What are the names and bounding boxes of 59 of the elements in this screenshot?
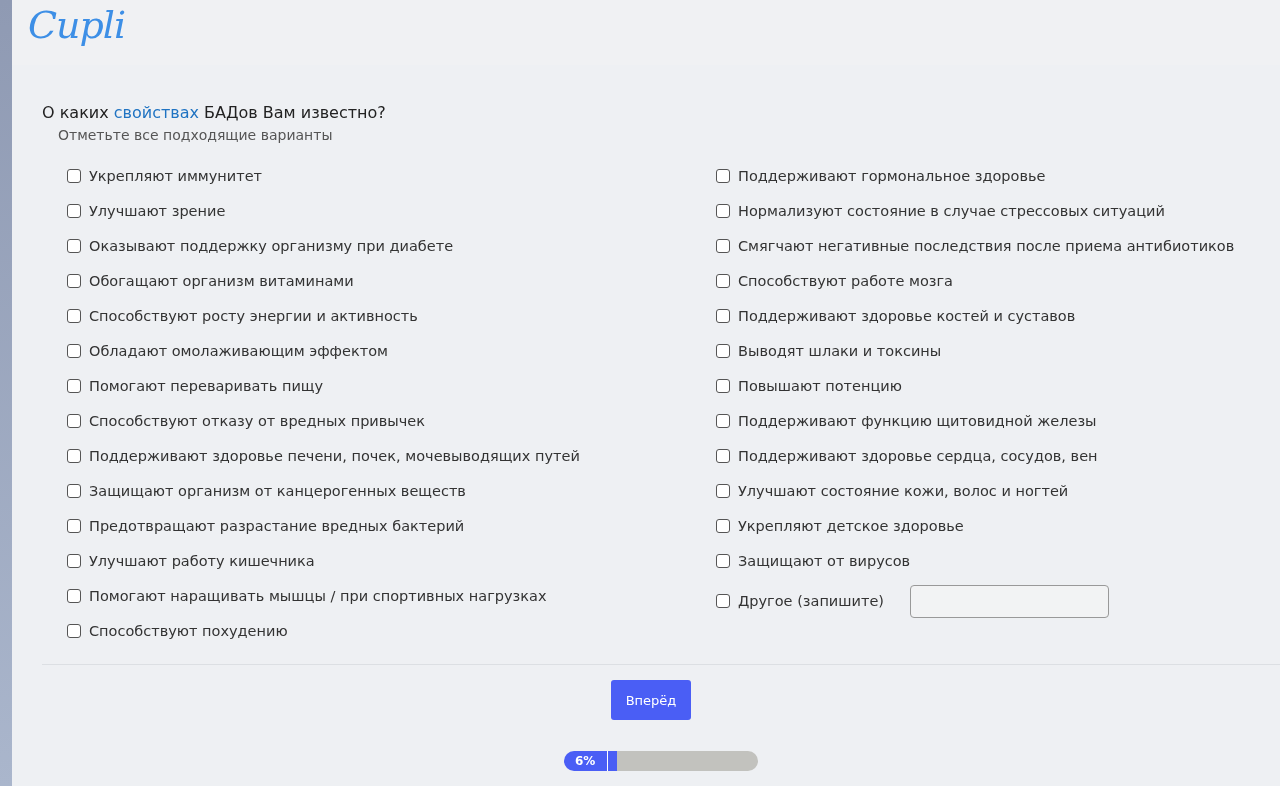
option-label[interactable]: Поддерживают функцию щитовидной железы: [738, 412, 1097, 429]
other-input-field[interactable]: [910, 584, 1109, 618]
option-label[interactable]: Поддерживают здоровье сердца, сосудов, вен: [738, 447, 1098, 464]
checkbox[interactable]: [716, 203, 730, 218]
checkbox[interactable]: [67, 273, 81, 288]
checkbox[interactable]: [716, 308, 730, 323]
question-hint: Отметьте все подходящие варианты: [58, 127, 333, 143]
question-title: О каких свойствах БАДов Вам известно?: [42, 103, 387, 122]
option-label[interactable]: Укрепляют иммунитет: [89, 167, 263, 184]
option-label[interactable]: Поддерживают здоровье костей и суставов: [738, 307, 1076, 324]
checkbox[interactable]: [67, 343, 81, 358]
checkbox[interactable]: [716, 238, 730, 253]
option-label[interactable]: Способствуют работе мозга: [738, 272, 953, 289]
checkbox[interactable]: [716, 518, 730, 533]
checkbox[interactable]: [716, 448, 730, 463]
checkbox[interactable]: [67, 413, 81, 428]
option-label[interactable]: Укрепляют детское здоровье: [738, 517, 964, 534]
option-label[interactable]: Обладают омолаживающим эффектом: [89, 342, 388, 359]
option-label[interactable]: Обогащают организм витаминами: [89, 272, 354, 289]
option-label[interactable]: Способствуют росту энергии и активность: [89, 307, 418, 324]
option-label[interactable]: Улучшают состояние кожи, волос и ногтей: [738, 482, 1069, 499]
option-label[interactable]: Смягчают негативные последствия после приема антибиотиков: [738, 237, 1235, 254]
checkbox[interactable]: [716, 378, 730, 393]
option-label[interactable]: Оказывают поддержку организму при диабете: [89, 237, 454, 254]
option-label[interactable]: Защищают от вирусов: [738, 552, 911, 569]
checkbox[interactable]: [67, 518, 81, 533]
next-button[interactable]: Вперёд: [611, 680, 691, 720]
option-label[interactable]: Помогают переваривать пищу: [89, 377, 324, 394]
option-label[interactable]: Нормализуют состояние в случае стрессовых ситуаций: [738, 202, 1165, 219]
option-label[interactable]: Выводят шлаки и токсины: [738, 342, 942, 359]
option-label[interactable]: Поддерживают гормональное здоровье: [738, 167, 1046, 184]
checkbox[interactable]: [67, 168, 81, 183]
option-label[interactable]: Способствуют отказу от вредных привычек: [89, 412, 426, 429]
checkbox[interactable]: [716, 553, 730, 568]
checkbox[interactable]: [67, 588, 81, 603]
option-label[interactable]: Повышают потенцию: [738, 377, 902, 394]
checkbox[interactable]: [716, 483, 730, 498]
progress-label: 6%: [564, 751, 608, 771]
checkbox[interactable]: [716, 413, 730, 428]
checkbox[interactable]: [716, 343, 730, 358]
checkbox[interactable]: [716, 273, 730, 288]
checkbox[interactable]: [67, 623, 81, 638]
checkbox[interactable]: [716, 594, 730, 608]
option-label[interactable]: Способствуют похудению: [89, 622, 288, 639]
option-label[interactable]: Улучшают зрение: [89, 202, 226, 219]
option-label[interactable]: Поддерживают здоровье печени, почек, мочевыводящих путей: [89, 447, 580, 464]
checkbox[interactable]: [67, 448, 81, 463]
checkbox[interactable]: [67, 238, 81, 253]
checkbox[interactable]: [67, 483, 81, 498]
checkbox[interactable]: [67, 378, 81, 393]
checkbox[interactable]: [716, 168, 730, 183]
checkbox[interactable]: [67, 553, 81, 568]
option-label[interactable]: Предотвращают разрастание вредных бактерий: [89, 517, 465, 534]
option-label[interactable]: Другое (запишите): [738, 593, 884, 609]
option-label[interactable]: Помогают наращивать мышцы / при спортивных нагрузках: [89, 587, 547, 604]
checkbox[interactable]: [67, 308, 81, 323]
checkbox[interactable]: [67, 203, 81, 218]
option-label[interactable]: Улучшают работу кишечника: [89, 552, 315, 569]
option-label[interactable]: Защищают организм от канцерогенных веществ: [89, 482, 466, 499]
